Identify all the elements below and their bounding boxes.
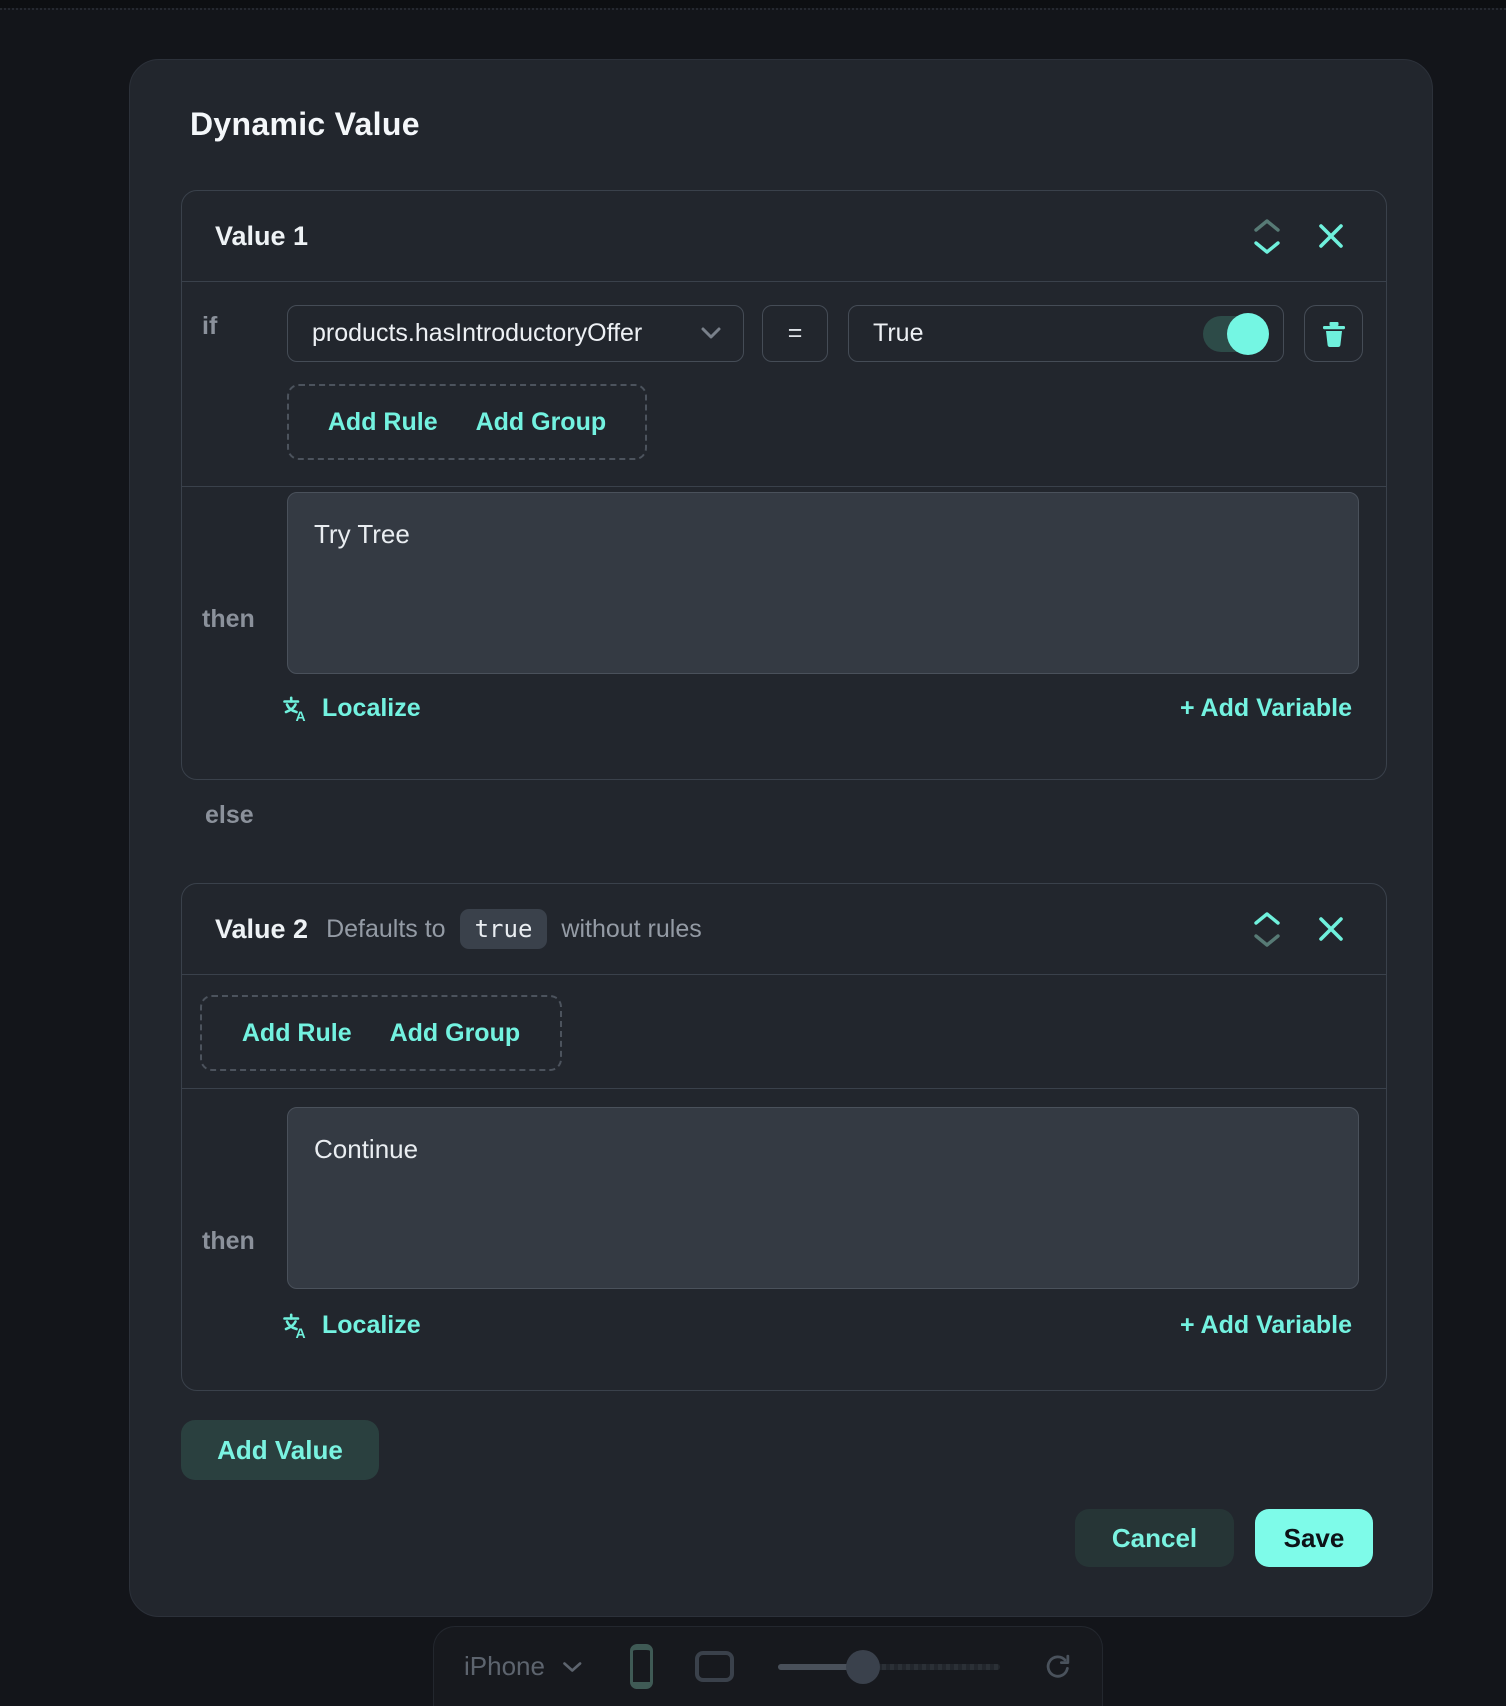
add-rule-group-box: Add Rule Add Group: [287, 384, 647, 460]
condition-field-value: products.hasIntroductoryOffer: [312, 319, 642, 348]
defaults-prefix: Defaults to: [326, 915, 446, 944]
value2-rules-section: Add Rule Add Group: [182, 975, 1386, 1089]
add-variable-button[interactable]: + Add Variable: [1180, 1311, 1352, 1340]
condition-operator[interactable]: =: [762, 305, 828, 362]
zoom-slider-thumb[interactable]: [846, 1650, 880, 1684]
chevron-down-icon[interactable]: [1252, 933, 1282, 948]
value1-title: Value 1: [215, 221, 308, 252]
add-value-button[interactable]: Add Value: [181, 1420, 379, 1480]
delete-rule-button[interactable]: [1304, 305, 1363, 362]
localize-label: Localize: [322, 1311, 421, 1340]
device-selector-label[interactable]: iPhone: [464, 1651, 545, 1682]
trash-icon: [1320, 319, 1348, 349]
value2-reorder-control[interactable]: [1252, 911, 1282, 948]
chevron-down-icon[interactable]: [561, 1659, 584, 1675]
value2-card: Value 2 Defaults to true without rules A…: [181, 883, 1387, 1391]
localize-button[interactable]: A Localize: [282, 1311, 421, 1340]
add-rule-button[interactable]: Add Rule: [242, 1019, 352, 1048]
zoom-slider[interactable]: [778, 1650, 1000, 1684]
translate-icon: A: [282, 695, 310, 723]
condition-value-label: True: [873, 319, 923, 348]
dynamic-value-modal: Dynamic Value Value 1 if products.hasInt…: [129, 59, 1433, 1617]
close-icon[interactable]: [1316, 914, 1346, 944]
value2-then-section: then Continue A Localize + Add Variable: [182, 1089, 1386, 1391]
svg-text:A: A: [296, 1325, 306, 1340]
add-group-button[interactable]: Add Group: [390, 1019, 521, 1048]
localize-button[interactable]: A Localize: [282, 694, 421, 723]
background-top-band: [0, 0, 1506, 8]
refresh-icon[interactable]: [1044, 1651, 1072, 1683]
close-icon[interactable]: [1316, 221, 1346, 251]
then-value-textarea[interactable]: Continue: [287, 1107, 1359, 1289]
defaults-suffix: without rules: [561, 915, 701, 944]
add-variable-button[interactable]: + Add Variable: [1180, 694, 1352, 723]
svg-text:A: A: [296, 708, 306, 723]
portrait-device-icon[interactable]: [630, 1644, 653, 1689]
if-label: if: [202, 312, 217, 341]
chevron-down-icon[interactable]: [1252, 240, 1282, 255]
chevron-down-icon: [699, 326, 723, 341]
value2-header: Value 2 Defaults to true without rules: [182, 884, 1386, 975]
localize-label: Localize: [322, 694, 421, 723]
condition-field-dropdown[interactable]: products.hasIntroductoryOffer: [287, 305, 744, 362]
condition-row: products.hasIntroductoryOffer = True: [287, 305, 1363, 362]
background-dotted-divider: [0, 8, 1506, 10]
add-rule-group-box: Add Rule Add Group: [200, 995, 562, 1071]
preview-toolbar: iPhone: [433, 1626, 1103, 1706]
chevron-up-icon[interactable]: [1252, 911, 1282, 926]
then-value-textarea[interactable]: Try Tree: [287, 492, 1359, 674]
then-label: then: [202, 1227, 255, 1256]
save-button[interactable]: Save: [1255, 1509, 1373, 1567]
add-group-button[interactable]: Add Group: [476, 408, 607, 437]
value1-card: Value 1 if products.hasIntroductoryOffer…: [181, 190, 1387, 780]
toggle-knob: [1227, 313, 1269, 355]
add-rule-button[interactable]: Add Rule: [328, 408, 438, 437]
cancel-button[interactable]: Cancel: [1075, 1509, 1234, 1567]
default-value-chip: true: [460, 909, 548, 949]
modal-title: Dynamic Value: [190, 106, 420, 143]
value1-header: Value 1: [182, 191, 1386, 282]
landscape-device-icon[interactable]: [695, 1651, 734, 1682]
then-label: then: [202, 605, 255, 634]
value1-condition-section: if products.hasIntroductoryOffer = True: [182, 282, 1386, 487]
translate-icon: A: [282, 1312, 310, 1340]
chevron-up-icon[interactable]: [1252, 218, 1282, 233]
value1-reorder-control[interactable]: [1252, 218, 1282, 255]
condition-value-toggle[interactable]: [1203, 316, 1267, 352]
value2-title: Value 2: [215, 914, 308, 945]
condition-value-field: True: [848, 305, 1284, 362]
else-label: else: [205, 801, 254, 830]
value1-then-section: then Try Tree A Localize + Add Variable: [182, 487, 1386, 780]
